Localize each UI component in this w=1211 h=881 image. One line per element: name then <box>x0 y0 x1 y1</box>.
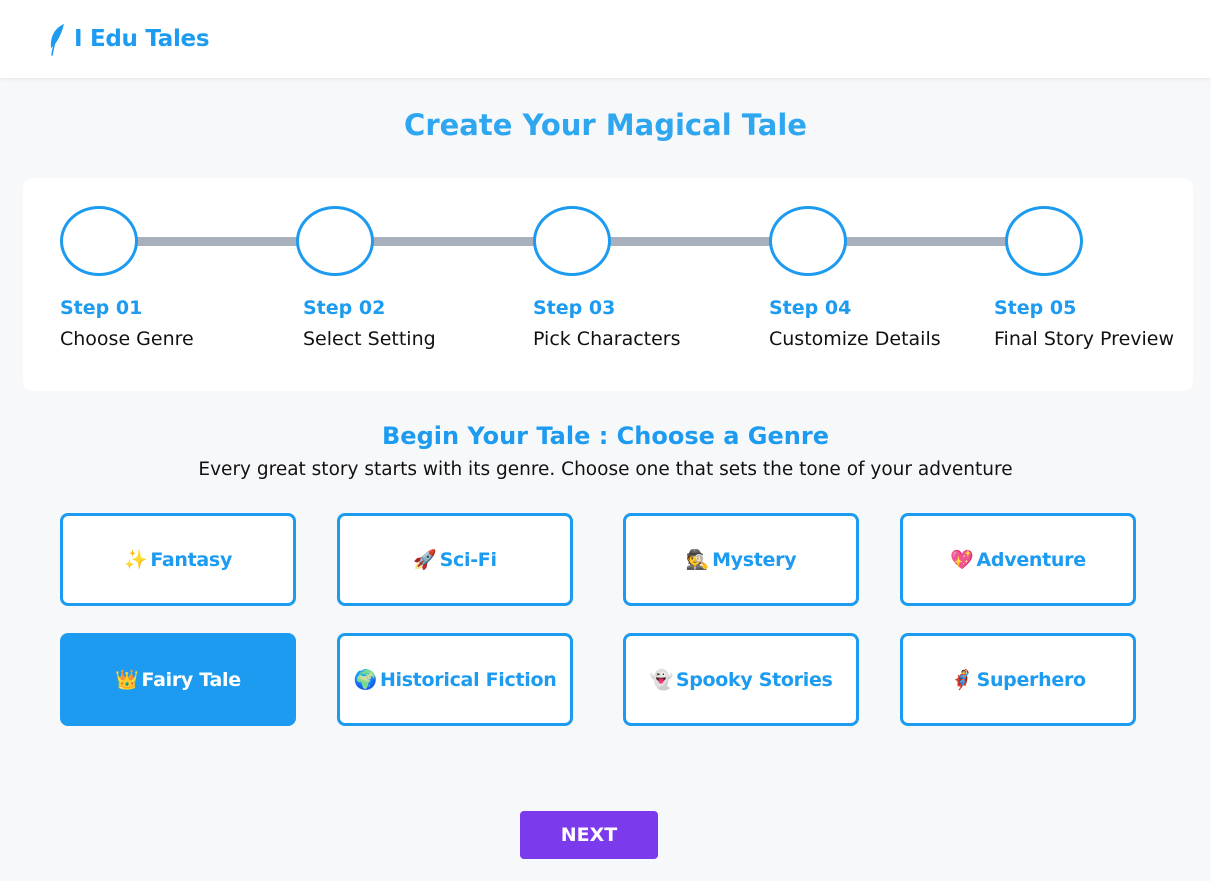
genre-label: Spooky Stories <box>675 668 833 691</box>
step-2-circle[interactable] <box>296 206 374 276</box>
feather-icon <box>50 24 64 56</box>
logo-text: I Edu Tales <box>74 26 210 52</box>
genre-label: Fantasy <box>150 548 233 571</box>
step-4-label: Customize Details <box>769 328 941 350</box>
genre-button-sci-fi[interactable]: 🚀 Sci-Fi <box>337 513 573 606</box>
step-5-label: Final Story Preview <box>994 328 1175 350</box>
step-1-circle[interactable] <box>60 206 138 276</box>
section-subtitle: Every great story starts with its genre.… <box>198 459 1013 480</box>
crown-icon: 👑 <box>115 669 139 691</box>
step-2-number: Step 02 <box>303 297 386 319</box>
genre-button-superhero[interactable]: 🦸 Superhero <box>900 633 1136 726</box>
step-1-number: Step 01 <box>60 297 143 319</box>
stepper: Step 01 Choose Genre Step 02 Select Sett… <box>23 178 1193 391</box>
genre-label: Sci-Fi <box>439 548 497 571</box>
genre-label: Historical Fiction <box>379 668 557 691</box>
detective-icon: 🕵 <box>685 549 710 571</box>
genre-label: Fairy Tale <box>141 668 242 691</box>
section-title: Begin Your Tale : Choose a Genre <box>382 422 829 450</box>
step-3-label: Pick Characters <box>533 328 681 350</box>
genre-button-spooky-stories[interactable]: 👻 Spooky Stories <box>623 633 859 726</box>
step-5-number: Step 05 <box>994 297 1077 319</box>
sparkles-icon: ✨ <box>123 549 148 571</box>
step-connector <box>609 237 771 246</box>
next-button[interactable]: NEXT <box>520 811 658 859</box>
genre-button-adventure[interactable]: 💖 Adventure <box>900 513 1136 606</box>
page-title: Create Your Magical Tale <box>404 108 807 142</box>
step-4-circle[interactable] <box>769 206 847 276</box>
step-4-number: Step 04 <box>769 297 852 319</box>
heart-icon: 💖 <box>950 549 974 571</box>
globe-icon: 🌍 <box>353 669 378 691</box>
step-3-circle[interactable] <box>533 206 611 276</box>
logo[interactable]: I Edu Tales <box>46 22 210 56</box>
genre-label: Superhero <box>976 668 1087 691</box>
genre-button-historical-fiction[interactable]: 🌍 Historical Fiction <box>337 633 573 726</box>
step-connector <box>845 237 1007 246</box>
genre-label: Adventure <box>976 548 1087 571</box>
step-3-number: Step 03 <box>533 297 616 319</box>
step-connector <box>373 237 535 246</box>
step-2-label: Select Setting <box>303 328 436 350</box>
genre-button-fantasy[interactable]: ✨ Fantasy <box>60 513 296 606</box>
genre-button-fairy-tale[interactable]: 👑 Fairy Tale <box>60 633 296 726</box>
top-header: I Edu Tales <box>0 0 1211 78</box>
step-5-circle[interactable] <box>1005 206 1083 276</box>
genre-button-mystery[interactable]: 🕵 Mystery <box>623 513 859 606</box>
ghost-icon: 👻 <box>649 669 673 691</box>
superhero-icon: 🦸 <box>950 669 974 691</box>
step-1-label: Choose Genre <box>60 328 194 350</box>
step-connector <box>137 237 297 246</box>
rocket-icon: 🚀 <box>413 549 437 571</box>
genre-label: Mystery <box>712 548 797 571</box>
